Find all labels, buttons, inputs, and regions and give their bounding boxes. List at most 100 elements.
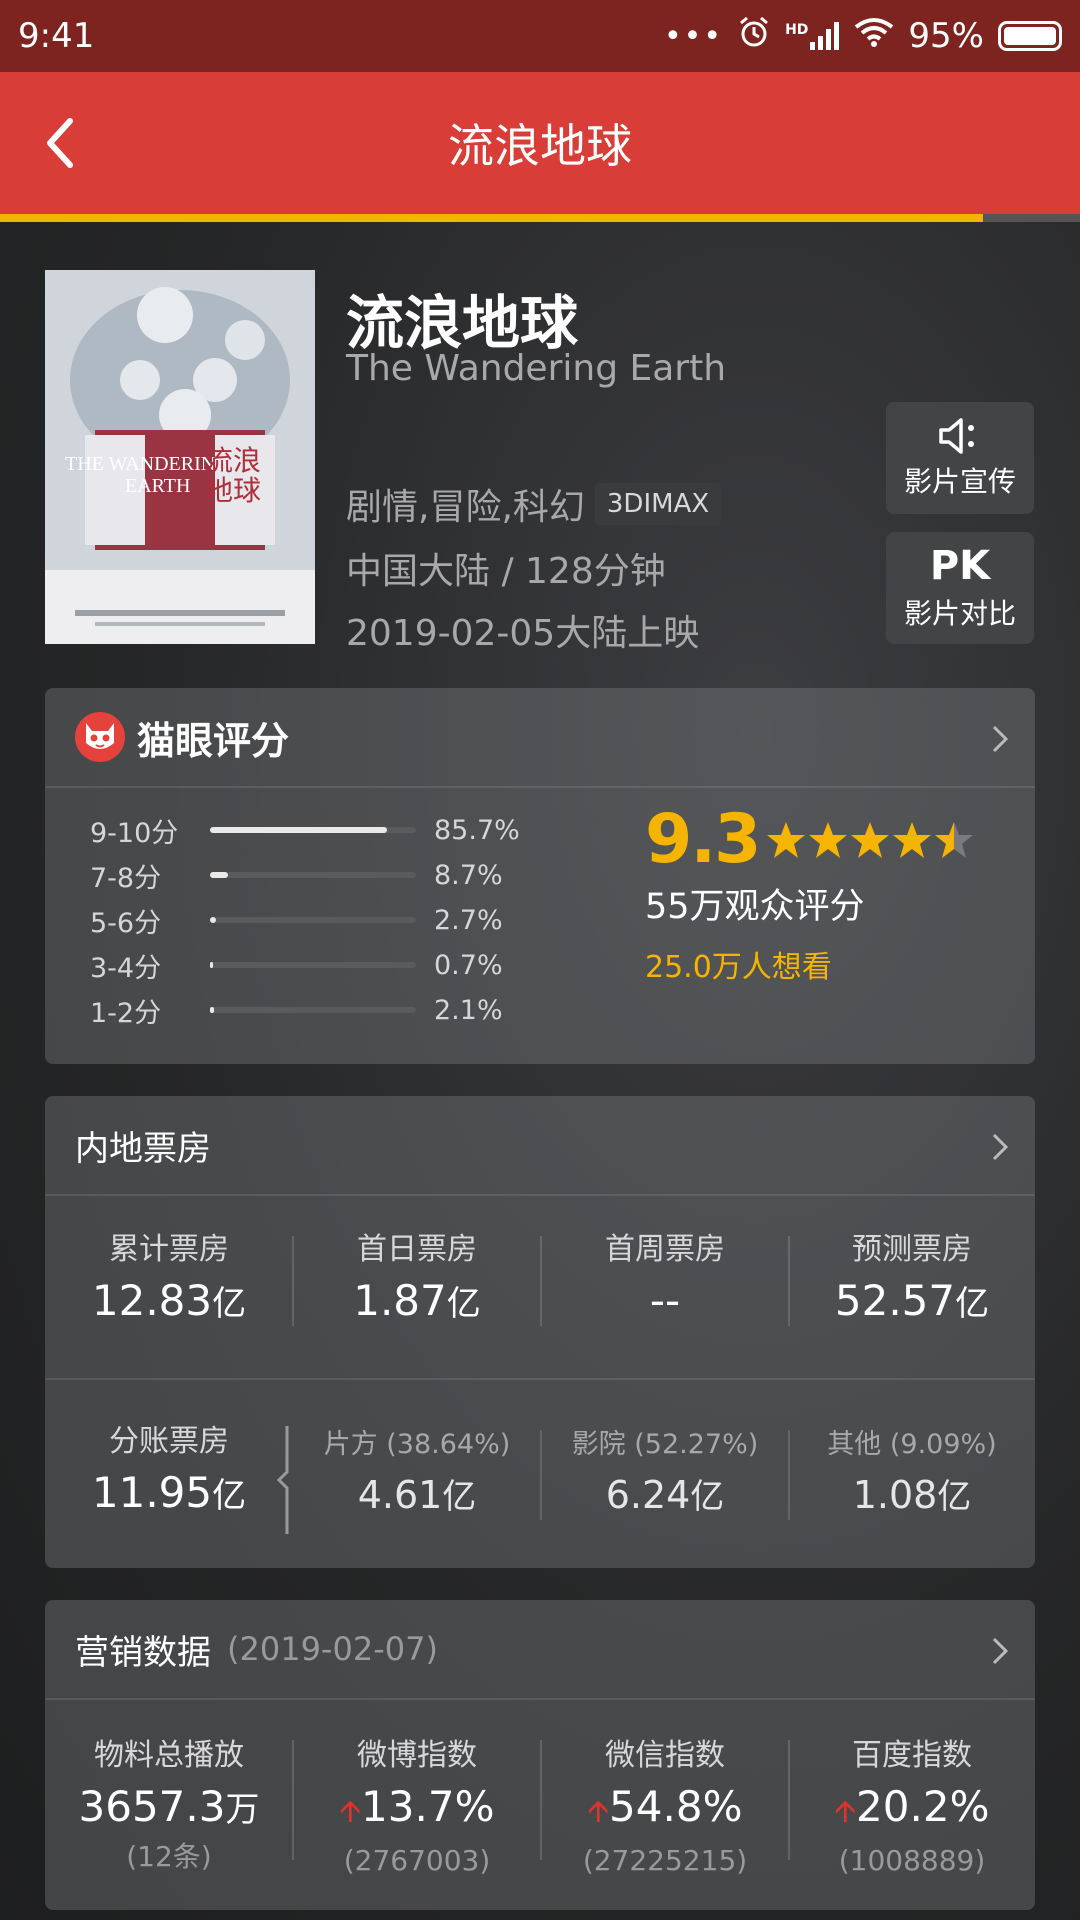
dist-bar	[210, 872, 416, 878]
svg-text:流浪: 流浪	[205, 444, 261, 477]
promo-button[interactable]: 影片宣传	[886, 402, 1034, 514]
load-progress	[0, 214, 1080, 222]
marketing-stat: 物料总播放 3657.3万 (12条)	[45, 1730, 293, 1875]
dist-label: 1-2分	[90, 997, 162, 1029]
star-full-icon	[851, 821, 890, 858]
stat-split-total: 分账票房 11.95亿	[45, 1416, 293, 1517]
stat-label: 影院 (52.27%)	[571, 1429, 759, 1460]
stat-label: 首周票房	[605, 1232, 725, 1267]
stat-cumulative: 累计票房 12.83亿	[45, 1224, 293, 1325]
dist-bar-fill	[210, 962, 214, 968]
stat-first-week: 首周票房 --	[541, 1224, 789, 1325]
stat-label: 分账票房	[109, 1424, 229, 1459]
chevron-right-icon	[992, 725, 1009, 753]
signal-hd-label: HD	[785, 22, 809, 38]
stat-label: 首日票房	[357, 1232, 477, 1267]
stat-sub: (27225215)	[582, 1844, 748, 1877]
dist-percent: 2.1%	[434, 994, 503, 1026]
marketing-stat: 微博指数 🡩13.7% (2767003)	[293, 1730, 541, 1877]
dist-bar-fill	[210, 1007, 215, 1013]
rating-dist-row: 5-6分 2.7%	[90, 900, 503, 940]
stat-value: 🡩20.2%	[834, 1782, 990, 1831]
divider	[292, 1740, 294, 1860]
stat-value: 3657.3万	[78, 1782, 260, 1831]
score-block: 9.3	[645, 800, 975, 879]
dist-bar-fill	[210, 872, 228, 878]
promo-button-label: 影片宣传	[903, 465, 1016, 498]
star-half-icon	[935, 821, 974, 858]
marketing-header[interactable]: 营销数据 (2019-02-07)	[45, 1600, 1035, 1700]
stat-split-producer: 片方 (38.64%) 4.61亿	[293, 1422, 541, 1518]
status-bar: 9:41 ••• HD 95%	[0, 0, 1080, 72]
compare-button[interactable]: PK 影片对比	[886, 532, 1034, 644]
pk-icon: PK	[929, 543, 991, 589]
stat-label: 累计票房	[109, 1232, 229, 1267]
stat-label: 片方 (38.64%)	[323, 1429, 511, 1460]
wifi-icon	[854, 16, 894, 56]
rating-card-header[interactable]: 猫眼评分	[45, 688, 1035, 788]
divider	[540, 1740, 542, 1860]
movie-genres: 剧情,冒险,科幻	[346, 487, 585, 528]
box-office-header[interactable]: 内地票房	[45, 1096, 1035, 1196]
stat-sub: (1008889)	[838, 1844, 986, 1877]
box-office-title: 内地票房	[75, 1128, 211, 1169]
stat-sub: (2767003)	[343, 1844, 491, 1877]
genre-line: 剧情,冒险,科幻 3DIMAX	[346, 478, 722, 530]
dist-label: 3-4分	[90, 952, 162, 984]
stat-sub: (12条)	[126, 1840, 212, 1873]
maoyan-cat-icon	[75, 712, 125, 762]
dist-label: 7-8分	[90, 862, 162, 894]
stat-value: 🡩54.8%	[587, 1782, 743, 1831]
page-title: 流浪地球	[448, 119, 632, 173]
stat-value: 11.95亿	[91, 1468, 247, 1517]
rating-score: 9.3	[645, 800, 761, 879]
load-progress-fill	[0, 214, 983, 222]
stat-value: 🡩13.7%	[339, 1782, 495, 1831]
speaker-icon	[939, 418, 974, 454]
arrow-up-icon: 🡩	[587, 1794, 610, 1829]
stat-label: 物料总播放	[94, 1738, 244, 1773]
status-icons: ••• HD 95%	[664, 15, 1062, 58]
alarm-icon	[737, 15, 771, 58]
back-button[interactable]	[20, 72, 100, 214]
dist-bar	[210, 1007, 416, 1013]
stat-value: 12.83亿	[91, 1276, 247, 1325]
rating-card[interactable]: 猫眼评分 9-10分 85.7% 7-8分 8.7% 5-6分 2.7% 3-4分 0.7% 1…	[45, 688, 1035, 1064]
movie-english-title: The Wandering Earth	[346, 348, 727, 389]
dist-percent: 85.7%	[434, 814, 520, 846]
stat-forecast: 预测票房 52.57亿	[789, 1224, 1035, 1325]
dist-label: 9-10分	[90, 817, 179, 849]
rating-dist-row: 7-8分 8.7%	[90, 855, 503, 895]
divider	[788, 1740, 790, 1860]
rating-dist-row: 9-10分 85.7%	[90, 810, 520, 850]
star-full-icon	[809, 821, 848, 858]
dist-label: 5-6分	[90, 907, 162, 939]
marketing-card[interactable]: 营销数据 (2019-02-07) 物料总播放 3657.3万 (12条) 微博指数 🡩…	[45, 1600, 1035, 1910]
dist-percent: 8.7%	[434, 859, 503, 891]
stat-value: 52.57亿	[834, 1276, 990, 1325]
svg-text:地球: 地球	[205, 474, 261, 507]
stat-split-other: 其他 (9.09%) 1.08亿	[789, 1422, 1035, 1518]
dist-percent: 0.7%	[434, 949, 503, 981]
marketing-stat: 微信指数 🡩54.8% (27225215)	[541, 1730, 789, 1877]
box-office-card[interactable]: 内地票房 累计票房 12.83亿 首日票房 1.87亿 首周票房 -- 预测票房…	[45, 1096, 1035, 1568]
battery-percent: 95%	[908, 16, 984, 56]
movie-region-duration: 中国大陆 / 128分钟	[346, 551, 666, 592]
marketing-date: (2019-02-07)	[227, 1630, 438, 1668]
movie-release: 2019-02-05大陆上映	[346, 613, 700, 654]
dist-bar	[210, 917, 416, 923]
star-full-icon	[767, 821, 806, 858]
stat-split-cinema: 影院 (52.27%) 6.24亿	[541, 1422, 789, 1518]
stat-label: 预测票房	[852, 1232, 972, 1267]
stat-value: 4.61亿	[357, 1473, 477, 1517]
arrow-up-icon: 🡩	[834, 1794, 857, 1829]
dist-bar	[210, 827, 416, 833]
stat-value: --	[649, 1276, 681, 1325]
rating-dist-row: 3-4分 0.7%	[90, 945, 503, 985]
dist-bar-fill	[210, 917, 216, 923]
rating-count: 55万观众评分	[645, 887, 865, 927]
dist-bar	[210, 962, 416, 968]
movie-poster[interactable]: THE WANDERING EARTH 流浪 地球	[45, 270, 315, 644]
marketing-title: 营销数据	[75, 1632, 211, 1673]
dist-percent: 2.7%	[434, 904, 503, 936]
